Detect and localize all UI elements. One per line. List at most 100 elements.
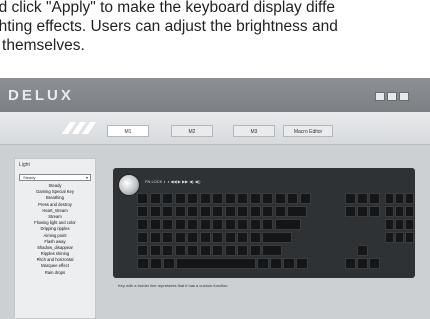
keyboard-key[interactable] — [174, 206, 186, 217]
keyboard-key[interactable] — [274, 206, 286, 217]
keyboard-key[interactable] — [405, 206, 414, 217]
tab-m1[interactable]: M1 — [107, 125, 149, 137]
keyboard-key[interactable] — [385, 193, 394, 204]
keyboard-key[interactable] — [137, 193, 148, 204]
keyboard-key[interactable] — [176, 258, 256, 269]
keyboard-key[interactable] — [357, 258, 368, 269]
keyboard-key[interactable] — [299, 193, 311, 204]
keyboard-key[interactable] — [137, 232, 148, 243]
keyboard-key[interactable] — [395, 206, 404, 217]
keyboard-key[interactable] — [237, 219, 248, 230]
keyboard-key[interactable] — [199, 232, 211, 243]
tab-m3[interactable]: M3 — [233, 125, 275, 137]
keyboard-key[interactable] — [262, 206, 273, 217]
keyboard-key[interactable] — [137, 206, 148, 217]
keyboard-key[interactable] — [174, 193, 186, 204]
keyboard-key[interactable] — [163, 258, 175, 269]
keyboard-key[interactable] — [199, 219, 211, 230]
keyboard-key[interactable] — [187, 206, 198, 217]
keyboard-key[interactable] — [249, 193, 261, 204]
keyboard-key[interactable] — [385, 232, 394, 243]
close-button[interactable] — [399, 92, 409, 101]
volume-knob[interactable] — [118, 174, 140, 196]
keyboard-key[interactable] — [224, 245, 236, 256]
keyboard-key[interactable] — [212, 219, 223, 230]
keyboard-key[interactable] — [296, 258, 308, 269]
keyboard-key[interactable] — [174, 219, 186, 230]
keyboard-key[interactable] — [237, 206, 248, 217]
keyboard-key[interactable] — [369, 258, 380, 269]
keyboard-key[interactable] — [162, 219, 173, 230]
keyboard-key[interactable] — [199, 245, 211, 256]
keyboard-key[interactable] — [395, 232, 404, 243]
keyboard-key[interactable] — [345, 206, 356, 217]
keyboard-key[interactable] — [385, 219, 394, 230]
tab-macro-editor[interactable]: Macro Editor — [283, 125, 333, 137]
keyboard-key[interactable] — [287, 206, 307, 217]
keyboard-key[interactable] — [283, 258, 295, 269]
keyboard-key[interactable] — [249, 245, 261, 256]
keyboard-key[interactable] — [385, 206, 394, 217]
keyboard-key[interactable] — [237, 232, 248, 243]
light-mode-dropdown[interactable]: Steady ▾ — [19, 174, 91, 181]
keyboard-key[interactable] — [187, 219, 198, 230]
keyboard-key[interactable] — [212, 193, 223, 204]
keyboard-key[interactable] — [262, 193, 273, 204]
keyboard-key[interactable] — [187, 232, 198, 243]
keyboard-key[interactable] — [369, 206, 380, 217]
keyboard-key[interactable] — [212, 245, 223, 256]
tab-m2[interactable]: M2 — [171, 125, 213, 137]
keyboard-key[interactable] — [199, 206, 211, 217]
keyboard-key[interactable] — [212, 232, 223, 243]
keyboard-key[interactable] — [174, 232, 186, 243]
keyboard-key[interactable] — [237, 193, 248, 204]
keyboard-key[interactable] — [287, 193, 298, 204]
keyboard-key[interactable] — [237, 245, 248, 256]
keyboard-key[interactable] — [137, 258, 149, 269]
minimize-button[interactable] — [387, 92, 397, 101]
keyboard-key[interactable] — [162, 206, 173, 217]
keyboard-key[interactable] — [249, 219, 261, 230]
keyboard-key[interactable] — [137, 219, 148, 230]
keyboard-key[interactable] — [274, 219, 301, 230]
keyboard-key[interactable] — [270, 258, 282, 269]
keyboard-key[interactable] — [187, 245, 198, 256]
keyboard-key[interactable] — [357, 193, 368, 204]
keyboard-key[interactable] — [262, 219, 273, 230]
keyboard-key[interactable] — [345, 258, 356, 269]
keyboard-key[interactable] — [357, 206, 368, 217]
keyboard-key[interactable] — [224, 219, 236, 230]
keyboard-key[interactable] — [149, 232, 161, 243]
keyboard-key[interactable] — [395, 193, 404, 204]
keyboard-key[interactable] — [137, 245, 148, 256]
keyboard-key[interactable] — [357, 245, 368, 256]
keyboard-key[interactable] — [262, 245, 282, 256]
keyboard-key[interactable] — [187, 193, 198, 204]
keyboard-key[interactable] — [405, 232, 414, 243]
keyboard-key[interactable] — [262, 232, 292, 243]
keyboard-key[interactable] — [162, 245, 173, 256]
settings-button[interactable] — [375, 92, 385, 101]
effect-item[interactable]: Rain drops — [19, 270, 91, 276]
keyboard-key[interactable] — [149, 245, 161, 256]
keyboard-key[interactable] — [224, 193, 236, 204]
keyboard-key[interactable] — [162, 232, 173, 243]
keyboard-key[interactable] — [149, 206, 161, 217]
keyboard-key[interactable] — [150, 258, 162, 269]
keyboard-key[interactable] — [174, 245, 186, 256]
keyboard-key[interactable] — [149, 219, 161, 230]
keyboard-key[interactable] — [395, 219, 404, 230]
keyboard-key[interactable] — [149, 193, 161, 204]
keyboard-key[interactable] — [212, 206, 223, 217]
keyboard-key[interactable] — [224, 232, 236, 243]
keyboard-key[interactable] — [162, 193, 173, 204]
keyboard-key[interactable] — [249, 206, 261, 217]
keyboard-key[interactable] — [405, 219, 414, 230]
keyboard-key[interactable] — [405, 193, 414, 204]
keyboard-key[interactable] — [257, 258, 269, 269]
keyboard-key[interactable] — [224, 206, 236, 217]
keyboard-key[interactable] — [345, 193, 356, 204]
keyboard-key[interactable] — [274, 193, 286, 204]
keyboard-key[interactable] — [199, 193, 211, 204]
keyboard-key[interactable] — [369, 193, 380, 204]
